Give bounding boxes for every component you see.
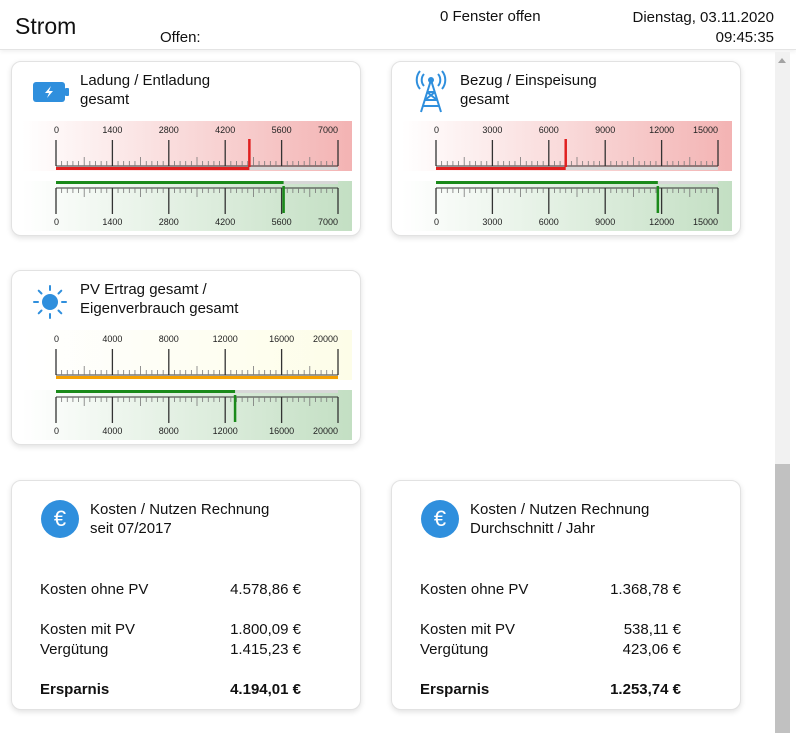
gauge-title-line2: gesamt: [80, 91, 130, 108]
cost-row-value: 4.194,01 €: [230, 681, 301, 698]
cost-card-durchschnitt: € Kosten / Nutzen Rechnung Durchschnitt …: [391, 480, 741, 710]
gauge-bottom-value-bar: [436, 181, 658, 184]
gauge-top-panel: [22, 330, 352, 380]
gauge-top-tick-label: 6000: [539, 125, 559, 135]
gauge-top-tick-label: 20000: [313, 334, 338, 344]
euro-icon: €: [421, 500, 459, 538]
gauge-top-tick-label: 15000: [693, 125, 718, 135]
gauge-top-tick-label: 12000: [213, 334, 238, 344]
page-title: Strom: [15, 13, 77, 39]
gauge-top-tick-label: 2800: [159, 125, 179, 135]
gauge-bottom-tick-label: 3000: [482, 217, 502, 227]
cost-card-title-line2: Durchschnitt / Jahr: [470, 520, 596, 537]
battery-icon: [32, 80, 70, 109]
gauge-top-tick-label: 4200: [215, 125, 235, 135]
gauge-top-tick-label: 0: [54, 334, 59, 344]
gauge-bottom-tick-label: 5600: [272, 217, 292, 227]
gauge-top-tick-label: 9000: [595, 125, 615, 135]
gauge-top-value-bar: [56, 167, 250, 170]
gauge-card-ladung: Ladung / Entladung gesamt 0 0 1400 1400 2800…: [11, 61, 361, 236]
cost-card-title: Kosten / Nutzen Rechnung seit 07/2017: [90, 500, 269, 538]
gauge-bottom-tick-label: 7000: [318, 217, 338, 227]
gauge-bottom-tick-label: 12000: [649, 217, 674, 227]
gauge-bottom-value-bar: [56, 390, 236, 393]
gauge-top-tick-label: 7000: [318, 125, 338, 135]
gauge-bottom-tick-label: 4200: [215, 217, 235, 227]
gauge-title: Ladung / Entladung gesamt: [80, 71, 210, 109]
cost-card-title-line2: seit 07/2017: [90, 520, 172, 537]
gauge-card-bezug: Bezug / Einspeisung gesamt 0 0 3000 3000 600…: [391, 61, 741, 236]
gauge-bottom-tick-label: 15000: [693, 217, 718, 227]
scroll-up-arrow-icon[interactable]: [778, 58, 786, 63]
gauge-top-tick-label: 0: [434, 125, 439, 135]
cost-row-label: Ersparnis: [420, 681, 490, 698]
gauge-top-value-bar: [56, 376, 338, 379]
datetime-display: Dienstag, 03.11.2020 09:45:35: [633, 8, 775, 48]
gauge-bottom-tick-label: 6000: [539, 217, 559, 227]
sun-icon: [33, 285, 67, 324]
cost-row-label: Ersparnis: [40, 681, 110, 698]
cost-row-value: 1.253,74 €: [610, 681, 681, 698]
gauge-title-line1: PV Ertrag gesamt /: [80, 281, 207, 298]
gauge-top-panel: [402, 121, 732, 171]
cost-card-seit: € Kosten / Nutzen Rechnung seit 07/2017 …: [11, 480, 361, 710]
cost-card-title-line1: Kosten / Nutzen Rechnung: [90, 501, 270, 518]
euro-icon: €: [41, 500, 79, 538]
cost-row-value: 538,11 €: [623, 621, 681, 638]
gauge-title-line1: Ladung / Entladung: [80, 72, 211, 89]
gauge-bezug: 0 0 3000 3000 6000 6000 9000 9000 12000 12000 1500…: [402, 121, 732, 231]
gauge-top-tick-label: 12000: [649, 125, 674, 135]
offen-label: Offen:: [160, 29, 201, 46]
gauge-top-tick-label: 8000: [159, 334, 179, 344]
cost-row-label: Kosten mit PV: [420, 621, 516, 638]
cost-row-value: 1.368,78 €: [610, 581, 681, 598]
gauge-top-tick-label: 4000: [102, 334, 122, 344]
gauge-bottom-tick-label: 4000: [102, 426, 122, 436]
antenna-tower-icon: [414, 70, 448, 119]
gauge-top-panel: [22, 121, 352, 171]
cost-row-value: 1.800,09 €: [230, 621, 301, 638]
gauge-card-pv: PV Ertrag gesamt / Eigenverbrauch gesamt…: [11, 270, 361, 445]
gauge-top-tick-label: 0: [54, 125, 59, 135]
gauge-title-line2: gesamt: [460, 91, 510, 108]
gauge-bottom-tick-label: 16000: [269, 426, 294, 436]
gauge-top-tick-label: 3000: [482, 125, 502, 135]
date-text: Dienstag, 03.11.2020: [632, 9, 775, 26]
open-windows-status: 0 Fenster offen: [440, 8, 541, 25]
gauge-top-tick-label: 1400: [102, 125, 122, 135]
gauge-bottom-tick-label: 20000: [313, 426, 338, 436]
gauge-title-line2: Eigenverbrauch gesamt: [80, 300, 239, 317]
cost-card-title-line1: Kosten / Nutzen Rechnung: [470, 501, 650, 518]
gauge-title: Bezug / Einspeisung gesamt: [460, 71, 597, 109]
cost-row-label: Kosten ohne PV: [420, 581, 529, 598]
gauge-bottom-tick-label: 8000: [159, 426, 179, 436]
gauge-bottom-tick-label: 1400: [102, 217, 122, 227]
vertical-scrollbar[interactable]: [775, 52, 790, 733]
time-text: 09:45:35: [715, 29, 774, 46]
gauge-bottom-tick-label: 0: [434, 217, 439, 227]
gauge-bottom-tick-label: 0: [54, 426, 59, 436]
cost-row-label: Vergütung: [40, 641, 109, 658]
cost-row-label: Kosten ohne PV: [40, 581, 149, 598]
gauge-pv: 0 0 4000 4000 8000 8000 12000 12000 16000 16000 20…: [22, 330, 352, 440]
gauge-bottom-value-bar: [56, 181, 284, 184]
scrollbar-thumb[interactable]: [775, 464, 790, 733]
gauge-bottom-tick-label: 9000: [595, 217, 615, 227]
cost-row-label: Kosten mit PV: [40, 621, 136, 638]
gauge-title-line1: Bezug / Einspeisung: [460, 72, 597, 89]
cost-row-value: 1.415,23 €: [230, 641, 301, 658]
app-header: Strom Offen: 0 Fenster offen Dienstag, 0…: [0, 0, 796, 50]
gauge-top-tick-label: 16000: [269, 334, 294, 344]
gauge-bottom-tick-label: 12000: [213, 426, 238, 436]
cost-card-title: Kosten / Nutzen Rechnung Durchschnitt / …: [470, 500, 649, 538]
gauge-bottom-tick-label: 0: [54, 217, 59, 227]
cost-row-value: 4.578,86 €: [230, 581, 301, 598]
gauge-top-tick-label: 5600: [272, 125, 292, 135]
gauge-bottom-tick-label: 2800: [159, 217, 179, 227]
gauge-top-value-bar: [436, 167, 566, 170]
gauge-ladung: 0 0 1400 1400 2800 2800 4200 4200 5600 5600 7000 70…: [22, 121, 352, 231]
gauge-title: PV Ertrag gesamt / Eigenverbrauch gesamt: [80, 280, 238, 318]
cost-row-label: Vergütung: [420, 641, 489, 658]
cost-row-value: 423,06 €: [622, 641, 681, 658]
